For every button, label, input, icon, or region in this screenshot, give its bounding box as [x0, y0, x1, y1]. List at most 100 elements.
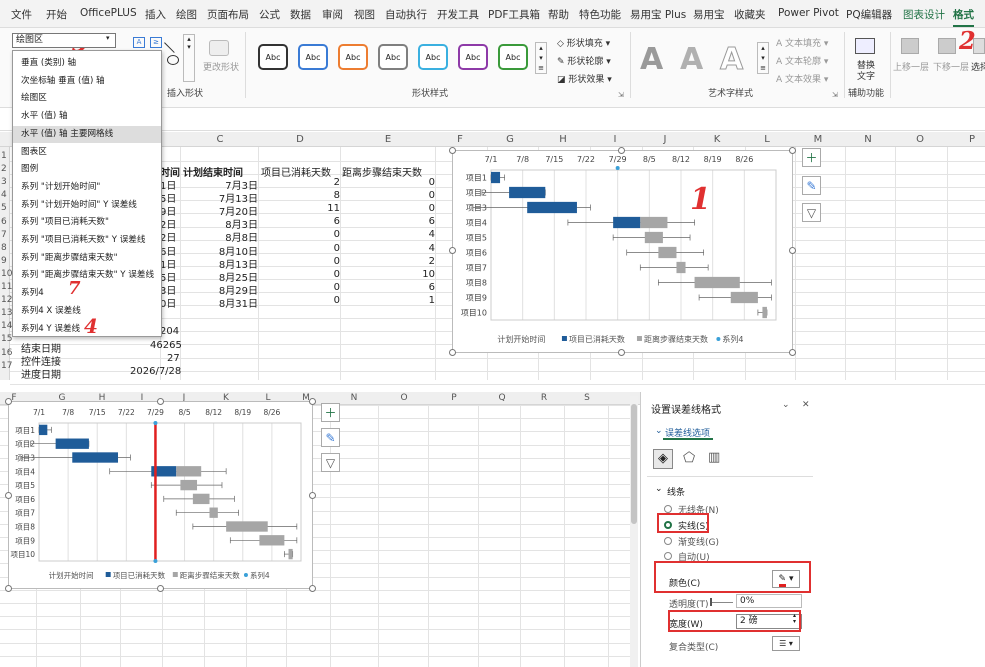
pane-chevron-down-icon[interactable]: ⌄	[782, 400, 790, 410]
chart-filter-icon[interactable]: ▽	[802, 203, 821, 222]
consumed-bar[interactable]	[527, 201, 577, 214]
vertical-text-box-icon[interactable]: ≥	[150, 37, 162, 48]
row-number[interactable]: 3	[1, 177, 7, 187]
col-header-f[interactable]: F	[450, 134, 470, 145]
radio-gradient-line[interactable]	[664, 537, 672, 545]
dropdown-item[interactable]: 绘图区	[13, 90, 161, 108]
dropdown-item[interactable]: 系列 "计划开始时间"	[13, 179, 161, 197]
scrollbar-thumb[interactable]	[631, 404, 637, 524]
row-number[interactable]: 17	[1, 361, 12, 371]
dropdown-item[interactable]: 图例	[13, 161, 161, 179]
col-header-j[interactable]: J	[655, 134, 675, 145]
cell-remaining[interactable]: 0	[429, 203, 435, 214]
resize-handle[interactable]	[309, 492, 316, 499]
dropdown-item[interactable]: 垂直 (类别) 轴	[13, 55, 161, 73]
consumed-bar[interactable]	[39, 424, 48, 436]
header-remaining-days[interactable]: 距离步骤结束天数	[342, 164, 422, 179]
dropdown-item[interactable]: 系列 "距离步骤结束天数" Y 误差线	[13, 267, 161, 285]
consumed-bar[interactable]	[509, 186, 546, 199]
cell-consumed[interactable]: 6	[334, 216, 340, 227]
shapes-gallery-scroll[interactable]: ▴ ▾	[183, 34, 195, 82]
send-backward-label[interactable]: 下移一层	[933, 60, 969, 73]
resize-handle[interactable]	[5, 398, 12, 405]
col-header-c[interactable]: C	[210, 134, 230, 145]
col-header[interactable]: O	[394, 393, 414, 403]
tab-file[interactable]: 文件	[11, 7, 32, 22]
tab-pq-editor[interactable]: PQ编辑器	[846, 7, 892, 22]
row-number[interactable]: 7	[1, 230, 7, 240]
bar-chart-icon[interactable]: ▥	[708, 450, 720, 465]
shape-outline-menu[interactable]: ✎ 形状轮廓 ▾	[557, 54, 611, 67]
chart-elements-plus-icon[interactable]: ＋	[321, 403, 340, 422]
resize-handle[interactable]	[449, 349, 456, 356]
header-consumed-days[interactable]: 项目已消耗天数	[261, 164, 331, 179]
wordart-style-2[interactable]: A	[680, 42, 703, 77]
shape-style-blue[interactable]: Abc	[298, 44, 328, 70]
alt-text-label-2[interactable]: 文字	[857, 69, 875, 82]
cell-consumed[interactable]: 0	[334, 295, 340, 306]
col-header-i[interactable]: I	[605, 134, 625, 145]
dropdown-item[interactable]: 水平 (值) 轴	[13, 108, 161, 126]
remaining-bar[interactable]	[644, 231, 663, 244]
cell-remaining[interactable]: 2	[429, 256, 435, 267]
radio-auto-line[interactable]	[664, 552, 672, 560]
tab-insert[interactable]: 插入	[145, 7, 166, 22]
col-header-p[interactable]: P	[962, 134, 982, 145]
consumed-bar[interactable]	[613, 216, 641, 229]
col-header[interactable]: Q	[492, 393, 512, 403]
consumed-bar[interactable]	[72, 452, 119, 463]
label-progress-date[interactable]: 进度日期	[21, 366, 61, 381]
col-header-k[interactable]: K	[707, 134, 727, 145]
remaining-bar[interactable]	[176, 466, 202, 477]
remaining-bar[interactable]	[192, 493, 210, 505]
dropdown-item[interactable]: 次坐标轴 垂直 (值) 轴	[13, 73, 161, 91]
col-header-l[interactable]: L	[757, 134, 777, 145]
transparency-slider[interactable]	[711, 602, 733, 603]
wordart-style-3[interactable]: A	[719, 42, 743, 78]
cell-consumed[interactable]: 0	[334, 256, 340, 267]
cell-consumed[interactable]: 0	[334, 269, 340, 280]
oval-shape-icon[interactable]	[167, 55, 179, 65]
shape-style-gray[interactable]: Abc	[378, 44, 408, 70]
dropdown-item[interactable]: 系列 "距离步骤结束天数"	[13, 250, 161, 268]
send-backward-icon[interactable]	[938, 38, 956, 54]
cell-remaining[interactable]: 4	[429, 229, 435, 240]
resize-handle[interactable]	[157, 398, 164, 405]
tab-special[interactable]: 特色功能	[579, 7, 621, 22]
cell-consumed[interactable]: 2	[334, 177, 340, 188]
shape-style-black[interactable]: Abc	[258, 44, 288, 70]
consumed-bar[interactable]	[491, 171, 501, 184]
gantt-chart-top[interactable]: 7/1 7/8 7/15 7/22 7/29 8/5 8/12 8/19 8/26 项目1 项目2 项…	[452, 150, 793, 353]
tab-format[interactable]: 格式	[953, 7, 974, 27]
cell-remaining[interactable]: 0	[429, 177, 435, 188]
bring-forward-icon[interactable]	[901, 38, 919, 54]
change-shape-label[interactable]: 更改形状	[203, 60, 239, 73]
resize-handle[interactable]	[5, 492, 12, 499]
series4-marker[interactable]	[153, 421, 158, 425]
remaining-bar[interactable]	[259, 535, 285, 546]
value-control-link[interactable]: 27	[167, 353, 180, 364]
line-section-header[interactable]: 线条	[667, 485, 685, 498]
text-effect-menu[interactable]: A 文本效果 ▾	[776, 72, 828, 85]
cell-remaining[interactable]: 6	[429, 282, 435, 293]
tab-review[interactable]: 审阅	[322, 7, 343, 22]
col-header-h[interactable]: H	[553, 134, 573, 145]
col-header-e[interactable]: E	[378, 134, 398, 145]
col-header-g[interactable]: G	[500, 134, 520, 145]
remaining-bar[interactable]	[226, 521, 268, 532]
shape-effect-menu[interactable]: ◪ 形状效果 ▾	[557, 72, 612, 85]
tab-page-layout[interactable]: 页面布局	[207, 7, 249, 22]
shape-style-green[interactable]: Abc	[498, 44, 528, 70]
shape-style-orange[interactable]: Abc	[338, 44, 368, 70]
wordart-style-1[interactable]: A	[640, 42, 663, 77]
bring-forward-label[interactable]: 上移一层	[893, 60, 929, 73]
dropdown-item[interactable]: 系列 "项目已消耗天数"	[13, 214, 161, 232]
effects-pentagon-icon[interactable]: ⬠	[683, 450, 695, 466]
row-number[interactable]: 4	[1, 190, 7, 200]
dropdown-item[interactable]: 水平 (值) 轴 主要网格线	[13, 125, 161, 144]
chart-styles-brush-icon[interactable]: ✎	[321, 428, 340, 447]
col-header-o[interactable]: O	[910, 134, 930, 145]
tab-formulas[interactable]: 公式	[259, 7, 280, 22]
remaining-bar[interactable]	[640, 216, 668, 229]
text-fill-menu[interactable]: A 文本填充 ▾	[776, 36, 828, 49]
